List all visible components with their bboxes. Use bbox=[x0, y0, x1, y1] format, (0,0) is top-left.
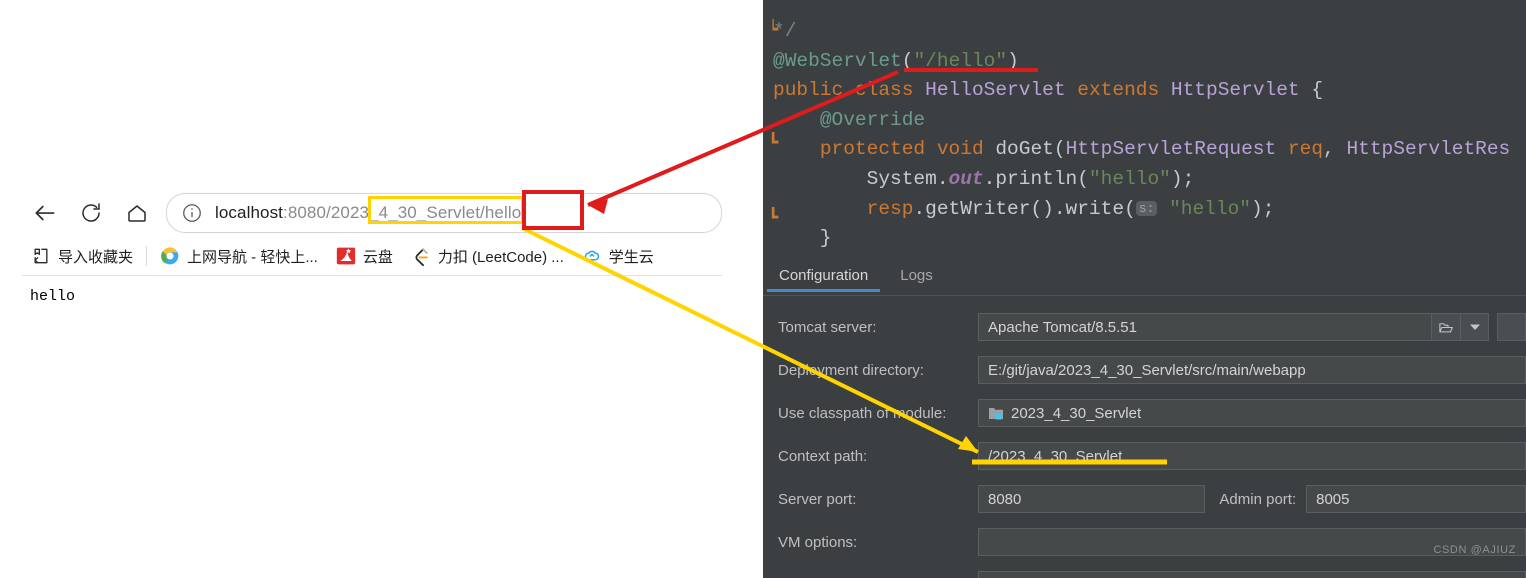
code-line-0: */ bbox=[773, 20, 797, 42]
field-tomcat-server[interactable]: Apache Tomcat/8.5.51 bbox=[978, 313, 1433, 341]
leetcode-icon bbox=[411, 246, 431, 267]
url-context-path-highlight-box bbox=[368, 196, 524, 224]
editor-code[interactable]: */ @WebServlet("/hello") public class Hell… bbox=[773, 17, 1526, 258]
field-deployment-directory[interactable]: E:/git/java/2023_4_30_Servlet/src/main/w… bbox=[978, 356, 1526, 384]
csdn-watermark: CSDN @AJIUZ bbox=[1433, 544, 1516, 556]
field-context-path[interactable]: /2023_4_30_Servlet bbox=[978, 442, 1526, 470]
import-bookmarks-icon bbox=[31, 246, 51, 266]
tabs-underline bbox=[763, 295, 1526, 296]
row-ports: Server port: 8080 Admin port: 8005 bbox=[763, 478, 1526, 520]
bookmark-import-favorites[interactable]: 导入收藏夹 bbox=[22, 237, 142, 275]
url-host: localhost bbox=[215, 203, 283, 222]
navigation-icon bbox=[160, 246, 180, 266]
url-port: :8080 bbox=[283, 203, 327, 222]
row-vm-options: VM options: bbox=[763, 521, 1526, 563]
student-cloud-icon bbox=[582, 246, 602, 266]
bookmark-leetcode[interactable]: 力扣 (LeetCode) ... bbox=[402, 237, 573, 275]
arrow-left-icon[interactable] bbox=[22, 190, 68, 236]
screenshot-root: localhost:8080/2023_4_30_Servlet/hello 导… bbox=[0, 0, 1526, 578]
label-context-path: Context path: bbox=[778, 447, 868, 465]
field-environment-variables[interactable] bbox=[978, 571, 1526, 578]
label-use-classpath-of-module: Use classpath of module: bbox=[778, 404, 947, 422]
info-circle-icon[interactable] bbox=[181, 202, 203, 224]
home-icon[interactable] bbox=[114, 190, 160, 236]
bookmark-label: 导入收藏夹 bbox=[58, 248, 134, 266]
bookmark-navigation[interactable]: 上网导航 - 轻快上... bbox=[151, 237, 327, 275]
row-use-classpath-of-module: Use classpath of module: 2023_4_30_Servl… bbox=[763, 392, 1526, 434]
code-line-2: public class HelloServlet extends HttpSe… bbox=[773, 79, 1324, 101]
label-admin-port: Admin port: bbox=[1219, 490, 1297, 508]
bookmark-separator bbox=[146, 246, 148, 266]
bookmark-cloud-disk[interactable]: 云盘 bbox=[327, 237, 402, 275]
code-line-1: @WebServlet("/hello") bbox=[773, 49, 1019, 72]
code-line-7: } bbox=[773, 226, 832, 249]
field-admin-port[interactable]: 8005 bbox=[1306, 485, 1526, 513]
run-configuration-panel: Configuration Logs Tomcat server: Apache… bbox=[763, 258, 1526, 578]
code-line-3: @Override bbox=[819, 108, 926, 131]
configure-button[interactable] bbox=[1497, 313, 1526, 341]
code-line-5: System.out.println("hello"); bbox=[773, 167, 1195, 190]
bookmark-label: 云盘 bbox=[362, 248, 393, 266]
field-server-port[interactable]: 8080 bbox=[978, 485, 1206, 513]
param-hint-badge: s: bbox=[1135, 201, 1158, 216]
bookmark-label: 上网导航 - 轻快上... bbox=[187, 248, 318, 266]
bookmark-label: 学生云 bbox=[608, 248, 654, 266]
label-tomcat-server: Tomcat server: bbox=[778, 318, 877, 336]
url-servlet-path-highlight-box bbox=[522, 190, 584, 230]
page-body-text: hello bbox=[30, 288, 76, 305]
browser-window: localhost:8080/2023_4_30_Servlet/hello 导… bbox=[0, 0, 763, 578]
label-vm-options: VM options: bbox=[778, 533, 858, 551]
tab-configuration[interactable]: Configuration bbox=[763, 262, 884, 292]
module-name: 2023_4_30_Servlet bbox=[1011, 404, 1142, 422]
row-environment-variables: Environment variables: bbox=[763, 564, 1526, 578]
code-line-4: protected void doGet(HttpServletRequest … bbox=[819, 138, 1511, 160]
bookmark-label: 力扣 (LeetCode) ... bbox=[437, 248, 564, 266]
row-deployment-directory: Deployment directory: E:/git/java/2023_4… bbox=[763, 349, 1526, 391]
reload-icon[interactable] bbox=[68, 190, 114, 236]
bookmarks-bar: 导入收藏夹 上网导航 - 轻快上... 云盘 力扣 (LeetCode) ... bbox=[22, 237, 722, 275]
folder-open-icon[interactable] bbox=[1432, 313, 1461, 341]
field-use-classpath-of-module[interactable]: 2023_4_30_Servlet bbox=[978, 399, 1526, 427]
module-folder-icon bbox=[988, 405, 1004, 421]
bookmark-student-cloud[interactable]: 学生云 bbox=[573, 237, 663, 275]
code-line-6: resp.getWriter().write(s: "hello"); bbox=[866, 198, 1275, 220]
chevron-down-icon[interactable] bbox=[1460, 313, 1490, 341]
toolbar-divider bbox=[22, 275, 722, 276]
label-server-port: Server port: bbox=[778, 490, 857, 508]
label-deployment-directory: Deployment directory: bbox=[778, 361, 924, 379]
tab-logs[interactable]: Logs bbox=[884, 262, 949, 292]
config-tabs: Configuration Logs bbox=[763, 262, 949, 294]
cloud-disk-icon bbox=[336, 246, 356, 266]
code-editor-panel: ┕ ┗ ┗ */@WebServlet("/hello") public clas… bbox=[763, 0, 1526, 258]
row-context-path: Context path: /2023_4_30_Servlet bbox=[763, 435, 1526, 477]
row-tomcat-server: Tomcat server: Apache Tomcat/8.5.51 bbox=[763, 306, 1526, 348]
